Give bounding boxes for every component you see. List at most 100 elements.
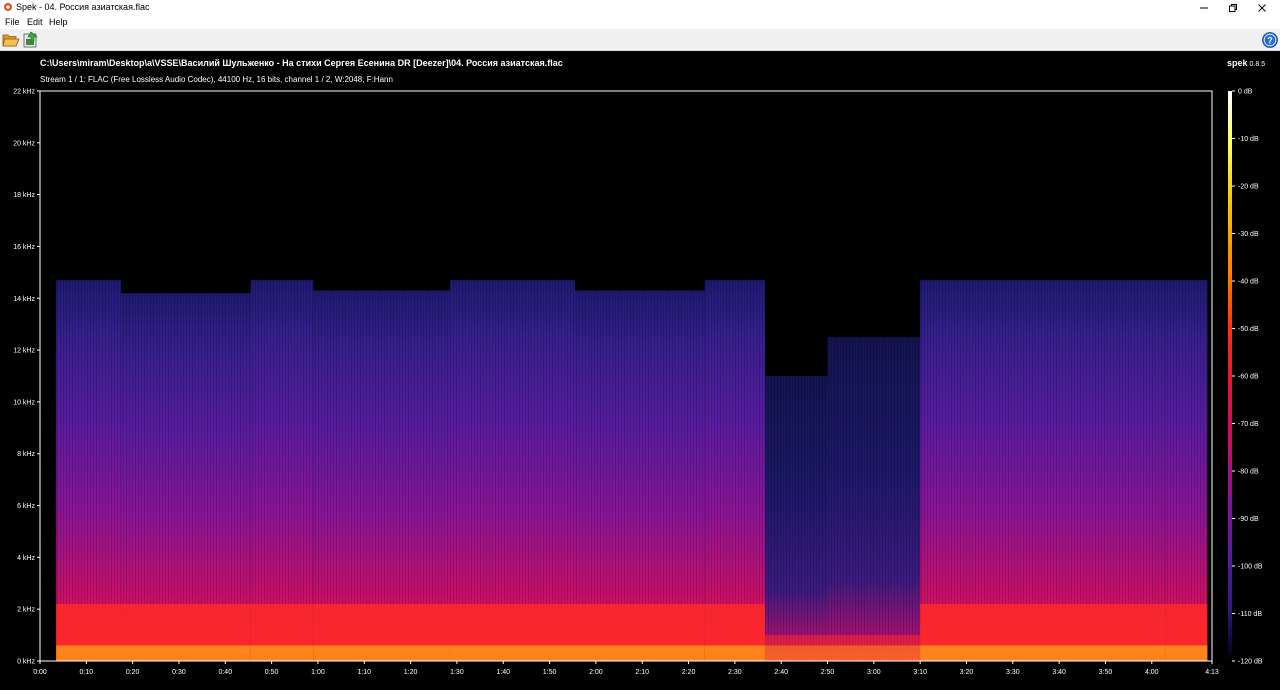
bottom-band-8 [827,645,921,661]
time-tick-label: 3:10 [913,669,927,676]
time-tick-label: 3:30 [1006,669,1020,676]
signal-texture-0 [56,280,122,661]
time-tick-label: 0:50 [265,669,279,676]
spek-name: spek [1227,58,1248,68]
freq-tick-label: 10 kHz [13,399,35,406]
db-tick-label: -110 dB [1238,611,1262,618]
bottom-band-9 [920,645,1166,661]
time-tick-label: 1:40 [496,669,510,676]
bottom-band-0 [56,645,122,661]
time-tick-label: 3:20 [960,669,974,676]
time-tick-label: 2:20 [682,669,696,676]
time-tick-label: 3:00 [867,669,881,676]
db-tick-label: -90 dB [1238,516,1259,523]
time-tick-label: 0:40 [218,669,232,676]
freq-tick-label: 2 kHz [17,607,35,614]
title-bar: Spek - 04. Россия азиатская.flac [0,0,1280,15]
signal-texture-2 [250,280,314,661]
signal-texture-8 [827,337,921,661]
time-tick-label: 2:30 [728,669,742,676]
spek-version: 0.8.5 [1249,61,1266,68]
window-title: Spek - 04. Россия азиатская.flac [16,2,150,12]
db-tick-label: 0 dB [1238,89,1253,96]
time-tick-label: 0:10 [80,669,94,676]
close-icon [1258,3,1266,12]
freq-tick-label: 0 kHz [17,659,35,666]
freq-tick-label: 14 kHz [13,296,35,303]
spek-brand: spek 0.8.5 [1227,58,1265,68]
help-icon: ? [1262,32,1278,48]
help-button[interactable]: ? [1261,31,1279,49]
db-tick-label: -100 dB [1238,564,1263,571]
signal-texture-10 [1165,280,1208,661]
signal-texture-4 [449,280,576,661]
time-tick-label: 3:40 [1052,669,1066,676]
menu-help[interactable]: Help [48,15,69,29]
db-tick-label: -10 dB [1238,136,1259,143]
db-legend: 0 dB -10 dB -20 dB -30 dB -40 dB -50 dB -60 dB… [1228,89,1263,666]
open-button[interactable] [2,31,20,49]
db-tick-label: -50 dB [1238,326,1259,333]
spectrogram-chart: 0 kHz 2 kHz 4 kHz 6 kHz 8 kHz 10 kHz 12 kHz 14 … [13,89,1263,677]
menu-edit[interactable]: Edit [26,15,44,29]
time-tick-label: 1:10 [357,669,371,676]
file-path-label: C:\Users\miram\Desktop\a\VSSE\Василий Шу… [40,58,563,68]
signal-texture-9 [920,280,1166,661]
freq-tick-label: 18 kHz [13,192,35,199]
db-colorbar [1228,91,1232,661]
time-tick-label: 2:10 [635,669,649,676]
freq-tick-label: 20 kHz [13,140,35,147]
stream-info-label: Stream 1 / 1: FLAC (Free Lossless Audio … [40,75,393,84]
spek-window: Spek - 04. Россия азиатская.flac File Ed… [0,0,1280,690]
signal-texture-6 [704,280,765,661]
bottom-band-1 [121,645,251,661]
db-tick-label: -40 dB [1238,279,1259,286]
folder-open-icon [2,34,20,47]
bottom-band-3 [313,645,450,661]
time-tick-label: 1:20 [404,669,418,676]
time-tick-label: 4:00 [1145,669,1159,676]
restore-icon [1229,3,1237,12]
bottom-band-6 [704,645,765,661]
time-tick-label: 0:00 [33,669,47,676]
minimize-icon [1200,7,1208,8]
svg-text:?: ? [1267,35,1273,45]
freq-tick-label: 12 kHz [13,348,35,355]
menu-bar: File Edit Help [0,15,1280,29]
close-button[interactable] [1244,0,1280,15]
time-tick-label: 1:00 [311,669,325,676]
bottom-band-7 [764,645,828,661]
db-tick-label: -120 dB [1238,659,1263,666]
freq-tick-label: 6 kHz [17,503,35,510]
db-tick-label: -70 dB [1238,421,1259,428]
db-tick-label: -30 dB [1238,231,1259,238]
bottom-band-2 [250,645,314,661]
time-tick-label: 2:50 [821,669,835,676]
freq-tick-label: 4 kHz [17,555,35,562]
save-image-icon [23,31,38,48]
time-tick-label: 1:50 [543,669,557,676]
bottom-band-5 [575,645,705,661]
bottom-band-4 [449,645,576,661]
time-tick-label: 4:13 [1205,669,1219,676]
freq-tick-label: 8 kHz [17,451,35,458]
menu-file[interactable]: File [4,15,21,29]
db-tick-label: -60 dB [1238,374,1259,381]
signal-texture-7 [764,376,828,661]
time-tick-label: 0:20 [126,669,140,676]
spectrogram-view: 0 kHz 2 kHz 4 kHz 6 kHz 8 kHz 10 kHz 12 kHz 14 … [0,51,1280,690]
spectrogram-plot [56,280,1208,661]
toolbar: ? [0,29,1280,51]
db-tick-label: -80 dB [1238,469,1259,476]
time-tick-label: 1:30 [450,669,464,676]
time-tick-label: 0:30 [172,669,186,676]
freq-tick-label: 16 kHz [13,244,35,251]
time-tick-label: 3:50 [1099,669,1113,676]
save-button[interactable] [22,31,40,49]
bottom-band-10 [1165,645,1208,661]
db-tick-label: -20 dB [1238,184,1259,191]
freq-tick-label: 22 kHz [13,89,35,96]
time-tick-label: 2:00 [589,669,603,676]
spek-app-icon [4,3,12,11]
time-tick-label: 2:40 [774,669,788,676]
